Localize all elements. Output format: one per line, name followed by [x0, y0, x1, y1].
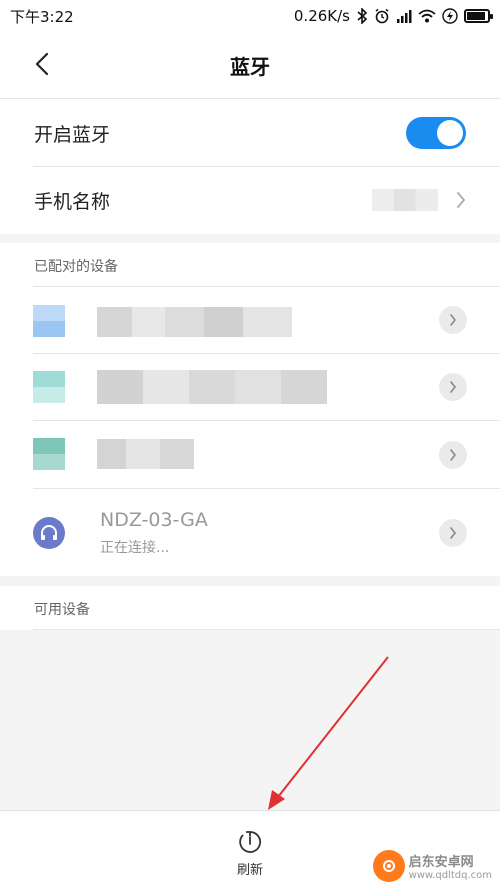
watermark: 启东安卓网 www.qdltdq.com [372, 850, 492, 882]
refresh-icon [239, 831, 262, 853]
watermark-title: 启东安卓网 [408, 854, 474, 870]
refresh-button[interactable]: 刷新 [226, 825, 274, 881]
watermark-logo-icon [372, 850, 405, 882]
watermark-url: www.qdltdq.com [408, 869, 492, 881]
annotation-arrow [268, 656, 389, 810]
bottom-action-bar: 刷新 启东安卓网 www.qdltdq.com [0, 810, 500, 890]
refresh-label: 刷新 [236, 863, 263, 878]
